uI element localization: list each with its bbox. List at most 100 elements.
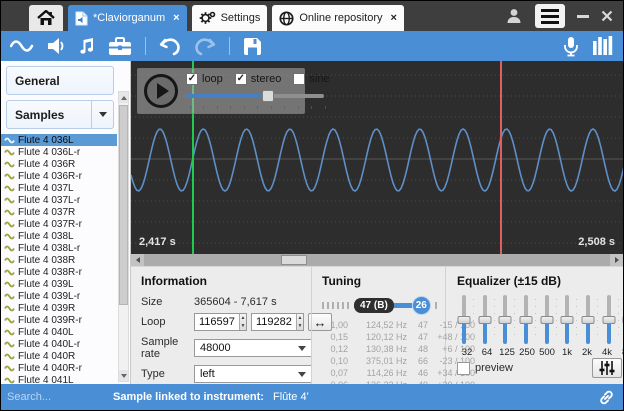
- eq-slider-knob[interactable]: [581, 316, 594, 324]
- tuning-panel: Tuning 47 (B) 26 1,00124,52 Hz47-15 / 10…: [311, 267, 446, 384]
- toolbox-icon[interactable]: [108, 37, 132, 56]
- sample-item[interactable]: Flute 4 037R-r: [1, 218, 117, 230]
- eq-band-slider[interactable]: [478, 295, 492, 344]
- tuning-slider[interactable]: 47 (B) 26: [322, 297, 438, 313]
- equalizer-sliders: [457, 295, 624, 344]
- sample-item[interactable]: Flute 4 040L-r: [1, 338, 117, 350]
- sample-item[interactable]: Flute 4 038L-r: [1, 242, 117, 254]
- sample-item[interactable]: Flute 4 036R-r: [1, 170, 117, 182]
- save-icon[interactable]: [243, 37, 262, 56]
- samples-section-button[interactable]: Samples: [6, 100, 114, 129]
- play-button[interactable]: [144, 74, 178, 108]
- checkbox-box[interactable]: ✓: [235, 73, 247, 85]
- caret-down-icon[interactable]: [91, 101, 113, 128]
- eq-band-slider[interactable]: [602, 295, 616, 344]
- playhead-cursor[interactable]: [500, 61, 502, 254]
- waveform-view[interactable]: ✓ loop ✓ stereo sine: [131, 61, 623, 254]
- scroll-left-icon[interactable]: [131, 254, 144, 266]
- search-input[interactable]: [1, 391, 119, 403]
- offset-handle[interactable]: 26: [412, 296, 431, 315]
- sample-item[interactable]: Flute 4 038R: [1, 254, 117, 266]
- eq-band-slider[interactable]: [519, 295, 533, 344]
- eq-band-slider[interactable]: [457, 295, 471, 344]
- eq-band-label: 2k: [577, 347, 597, 358]
- eq-slider-knob[interactable]: [499, 316, 512, 324]
- checkbox-box[interactable]: [457, 362, 470, 375]
- tab-claviorganum[interactable]: *Claviorganum ×: [68, 5, 187, 31]
- eq-slider-knob[interactable]: [458, 316, 471, 324]
- link-icon[interactable]: [598, 389, 615, 406]
- eq-slider-knob[interactable]: [561, 316, 574, 324]
- loop-start-spinbox[interactable]: 116597 ▲▼: [194, 313, 247, 331]
- minimize-icon[interactable]: [577, 15, 589, 18]
- checkbox-box[interactable]: [293, 73, 305, 85]
- redo-icon[interactable]: [194, 36, 216, 56]
- close-icon[interactable]: ×: [173, 12, 179, 24]
- loop-checkbox[interactable]: ✓ loop: [186, 73, 223, 85]
- undo-icon[interactable]: [159, 36, 181, 56]
- sidebar-scrollbar[interactable]: [118, 91, 129, 382]
- playback-position-slider[interactable]: [186, 89, 330, 103]
- eq-slider-knob[interactable]: [519, 316, 532, 324]
- type-dropdown[interactable]: left: [194, 365, 312, 383]
- hscrollbar-thumb[interactable]: [281, 255, 307, 265]
- faders-icon[interactable]: [592, 358, 622, 378]
- close-icon[interactable]: [601, 10, 613, 22]
- mic-icon[interactable]: [563, 36, 579, 57]
- menu-icon[interactable]: [535, 4, 565, 28]
- sample-item[interactable]: Flute 4 041L: [1, 374, 117, 384]
- sample-item[interactable]: Flute 4 040R: [1, 350, 117, 362]
- stereo-checkbox[interactable]: ✓ stereo: [235, 73, 282, 85]
- speaker-icon[interactable]: [47, 37, 65, 55]
- eq-slider-knob[interactable]: [540, 316, 553, 324]
- sample-item[interactable]: Flute 4 039R-r: [1, 314, 117, 326]
- sample-item[interactable]: Flute 4 039R: [1, 302, 117, 314]
- scroll-down-icon[interactable]: [119, 370, 128, 381]
- sine-checkbox[interactable]: sine: [293, 73, 329, 85]
- sample-item[interactable]: Flute 4 037L-r: [1, 194, 117, 206]
- sample-item[interactable]: Flute 4 038R-r: [1, 266, 117, 278]
- close-icon[interactable]: ×: [391, 12, 397, 24]
- sample-rate-dropdown[interactable]: 48000: [194, 339, 312, 357]
- loop-start-value[interactable]: 116597: [195, 314, 239, 330]
- preview-checkbox[interactable]: preview: [457, 362, 513, 375]
- checkbox-box[interactable]: ✓: [186, 73, 198, 85]
- waveform-hscrollbar[interactable]: [131, 254, 623, 266]
- slider-knob[interactable]: [262, 90, 274, 102]
- loop-end-spinbox[interactable]: 119282 ▲▼: [251, 313, 304, 331]
- sample-item[interactable]: Flute 4 036L: [1, 134, 117, 146]
- sample-item[interactable]: Flute 4 036R: [1, 158, 117, 170]
- tab-online-repository[interactable]: Online repository ×: [272, 5, 404, 31]
- organ-pipes-icon[interactable]: [592, 36, 614, 56]
- wave-icon[interactable]: [10, 37, 34, 55]
- loop-end-value[interactable]: 119282: [252, 314, 296, 330]
- music-note-icon[interactable]: [78, 37, 95, 56]
- scroll-right-icon[interactable]: [610, 254, 623, 266]
- sample-item[interactable]: Flute 4 038L: [1, 230, 117, 242]
- eq-slider-knob[interactable]: [478, 316, 491, 324]
- sample-item[interactable]: Flute 4 039L-r: [1, 290, 117, 302]
- spinner-arrows[interactable]: ▲▼: [239, 314, 246, 330]
- home-button[interactable]: [29, 5, 63, 31]
- spinner-arrows[interactable]: ▲▼: [296, 314, 303, 330]
- eq-band-slider[interactable]: [581, 295, 595, 344]
- sample-item[interactable]: Flute 4 040L: [1, 326, 117, 338]
- sample-item[interactable]: Flute 4 036L-r: [1, 146, 117, 158]
- eq-slider-knob[interactable]: [602, 316, 615, 324]
- eq-band-slider[interactable]: [498, 295, 512, 344]
- note-badge[interactable]: 47 (B): [354, 298, 394, 313]
- general-section-button[interactable]: General: [6, 66, 114, 95]
- user-icon[interactable]: [505, 7, 523, 25]
- sample-item[interactable]: Flute 4 037R: [1, 206, 117, 218]
- wave-item-icon: [4, 196, 15, 205]
- scrollbar-thumb[interactable]: [119, 105, 128, 305]
- sample-item[interactable]: Flute 4 040R-r: [1, 362, 117, 374]
- eq-band-slider[interactable]: [540, 295, 554, 344]
- sample-item[interactable]: Flute 4 039L: [1, 278, 117, 290]
- sample-item[interactable]: Flute 4 037L: [1, 182, 117, 194]
- tuning-table-cell: 375,01 Hz: [353, 356, 407, 366]
- scroll-up-icon[interactable]: [119, 92, 128, 103]
- toolbar: [1, 31, 623, 61]
- tab-settings[interactable]: Settings: [192, 5, 268, 31]
- eq-band-slider[interactable]: [560, 295, 574, 344]
